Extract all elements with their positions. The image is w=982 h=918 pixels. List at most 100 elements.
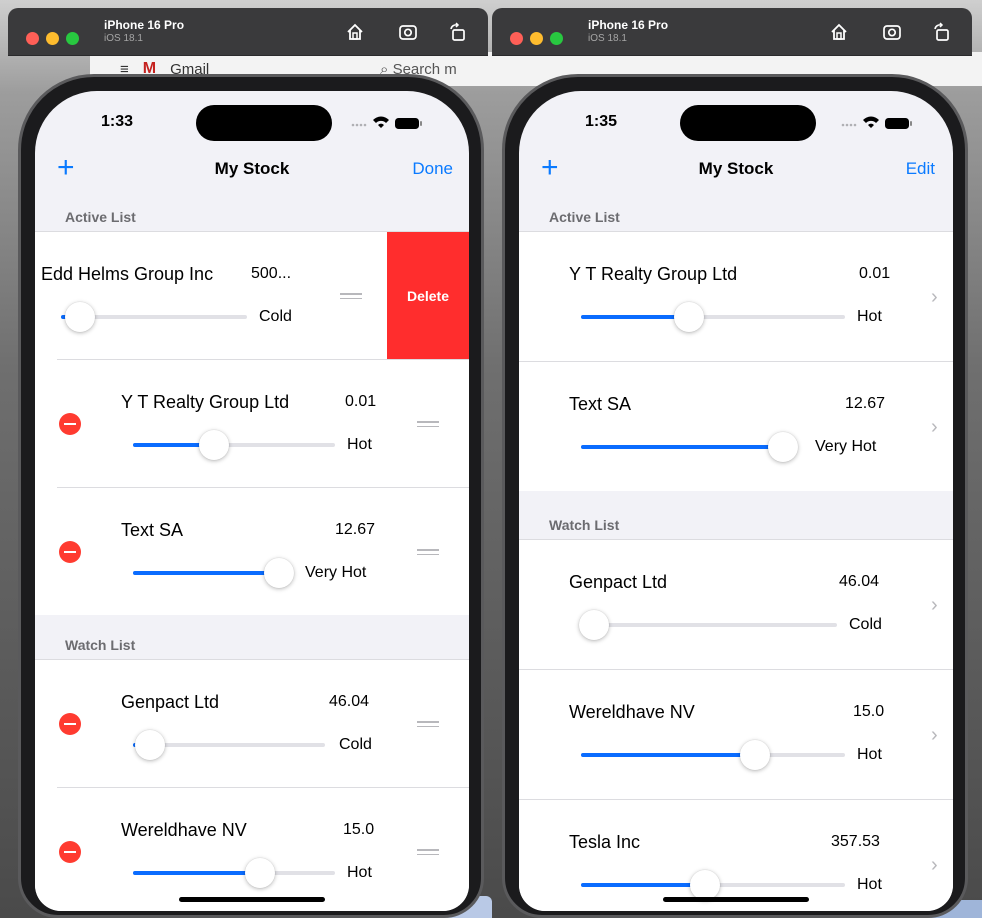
device-os: iOS 18.1: [588, 33, 627, 44]
list-item[interactable]: Genpact Ltd 46.04 Cold ›: [519, 540, 953, 670]
reorder-handle-icon[interactable]: [417, 849, 439, 859]
list-item[interactable]: Wereldhave NV 15.0 Hot: [35, 788, 469, 911]
home-icon[interactable]: [829, 22, 849, 42]
home-indicator[interactable]: [663, 897, 809, 902]
heat-slider[interactable]: [61, 302, 247, 332]
simulator-window-right: iPhone 16 Pro iOS 18.1 1:35 + My Stock E…: [492, 8, 972, 918]
heat-slider[interactable]: [133, 558, 294, 588]
slider-fill: [581, 883, 706, 887]
slider-knob[interactable]: [674, 302, 705, 332]
stock-price: 15.0: [343, 821, 375, 838]
rotate-icon[interactable]: [932, 22, 952, 42]
list-item[interactable]: Text SA 12.67 Very Hot: [35, 488, 469, 616]
slider-knob[interactable]: [198, 430, 229, 460]
reorder-handle-icon[interactable]: [417, 721, 439, 731]
slider-knob[interactable]: [264, 558, 294, 588]
edit-button[interactable]: Edit: [906, 159, 935, 179]
list-item[interactable]: Y T Realty Group Ltd 0.01 Hot: [35, 360, 469, 488]
stock-name: Wereldhave NV: [121, 820, 247, 840]
simulator-titlebar: iPhone 16 Pro iOS 18.1: [492, 8, 972, 56]
simulator-titlebar: iPhone 16 Pro iOS 18.1: [8, 8, 488, 56]
stock-name: Y T Realty Group Ltd: [121, 392, 290, 412]
minimize-window-button[interactable]: [46, 32, 59, 45]
section-header-watch: Watch List: [65, 637, 136, 653]
heat-level: Cold: [339, 736, 372, 753]
heat-slider[interactable]: [133, 430, 335, 460]
delete-button[interactable]: Delete: [387, 232, 469, 360]
heat-slider[interactable]: [581, 740, 845, 770]
close-window-button[interactable]: [510, 32, 523, 45]
reorder-handle-icon[interactable]: [340, 293, 362, 303]
chevron-right-icon: ›: [931, 724, 938, 746]
list-item[interactable]: Wereldhave NV 15.0 Hot ›: [519, 670, 953, 800]
device-name: iPhone 16 Pro: [104, 18, 185, 32]
stock-price: 46.04: [329, 693, 370, 710]
page-title: My Stock: [214, 159, 290, 178]
minimize-window-button[interactable]: [530, 32, 543, 45]
rotate-icon[interactable]: [448, 22, 468, 42]
section-header-active: Active List: [549, 209, 620, 225]
list-item[interactable]: Text SA 12.67 Very Hot ›: [519, 362, 953, 492]
stock-price: 0.01: [859, 265, 891, 282]
home-icon[interactable]: [345, 22, 365, 42]
screenshot-icon[interactable]: [398, 22, 418, 42]
stock-name: Text SA: [569, 394, 632, 414]
slider-fill: [581, 315, 690, 319]
list-item[interactable]: Y T Realty Group Ltd 0.01 Hot ›: [519, 232, 953, 362]
delete-minus-icon[interactable]: [59, 713, 81, 735]
active-list: Y T Realty Group Ltd 0.01 Hot › Text SA …: [519, 231, 953, 491]
slider-knob[interactable]: [245, 858, 276, 888]
heat-level: Cold: [259, 308, 292, 325]
status-icons: [351, 116, 422, 129]
stock-name: Text SA: [121, 520, 184, 540]
slider-track: [581, 623, 837, 627]
phone-screen: 1:35 + My Stock Edit Active List Y T Rea…: [519, 91, 953, 911]
watch-list: Genpact Ltd 46.04 Cold › Wereldhave NV 1…: [519, 539, 953, 911]
heat-slider[interactable]: [581, 870, 845, 900]
slider-knob[interactable]: [578, 610, 609, 640]
heat-level: Hot: [857, 308, 882, 325]
heat-slider[interactable]: [133, 858, 335, 888]
delete-minus-icon[interactable]: [59, 541, 81, 563]
slider-knob[interactable]: [690, 870, 721, 900]
stock-price: 15.0: [853, 703, 885, 720]
simulator-window-left: iPhone 16 Pro iOS 18.1 1:33 + My Stock D…: [8, 8, 488, 918]
iphone-frame: 1:33 + My Stock Done Active List Edd Hel…: [18, 74, 484, 918]
stock-name: Edd Helms Group Inc: [41, 264, 214, 284]
list-item[interactable]: Genpact Ltd 46.04 Cold: [35, 660, 469, 788]
status-time: 1:33: [101, 113, 134, 130]
slider-knob[interactable]: [740, 740, 771, 770]
stock-price: 12.67: [335, 521, 376, 538]
reorder-handle-icon[interactable]: [417, 421, 439, 431]
slider-knob[interactable]: [64, 302, 95, 332]
heat-slider[interactable]: [581, 302, 845, 332]
stock-price: 12.67: [845, 395, 886, 412]
slider-knob[interactable]: [768, 432, 798, 462]
heat-slider[interactable]: [578, 610, 837, 640]
home-indicator[interactable]: [179, 897, 325, 902]
reorder-handle-icon[interactable]: [417, 549, 439, 559]
heat-level: Very Hot: [815, 438, 877, 455]
slider-knob[interactable]: [135, 730, 166, 760]
list-item-swiped[interactable]: Edd Helms Group Inc 500... Cold Delete: [35, 232, 469, 360]
navigation-bar: + My Stock Edit: [519, 151, 953, 191]
delete-minus-icon[interactable]: [59, 841, 81, 863]
stock-name: Tesla Inc: [569, 832, 641, 852]
status-icons: [841, 116, 912, 129]
zoom-window-button[interactable]: [66, 32, 79, 45]
stock-name: Genpact Ltd: [121, 692, 220, 712]
page-title: My Stock: [698, 159, 774, 178]
zoom-window-button[interactable]: [550, 32, 563, 45]
delete-minus-icon[interactable]: [59, 413, 81, 435]
stock-name: Wereldhave NV: [569, 702, 695, 722]
section-header-active: Active List: [65, 209, 136, 225]
screenshot-icon[interactable]: [882, 22, 902, 42]
device-name: iPhone 16 Pro: [588, 18, 669, 32]
device-os: iOS 18.1: [104, 33, 143, 44]
close-window-button[interactable]: [26, 32, 39, 45]
heat-slider[interactable]: [133, 730, 325, 760]
list-item[interactable]: Tesla Inc 357.53 Hot ›: [519, 800, 953, 911]
done-button[interactable]: Done: [412, 159, 453, 179]
heat-slider[interactable]: [581, 432, 798, 462]
heat-level: Hot: [347, 864, 372, 881]
